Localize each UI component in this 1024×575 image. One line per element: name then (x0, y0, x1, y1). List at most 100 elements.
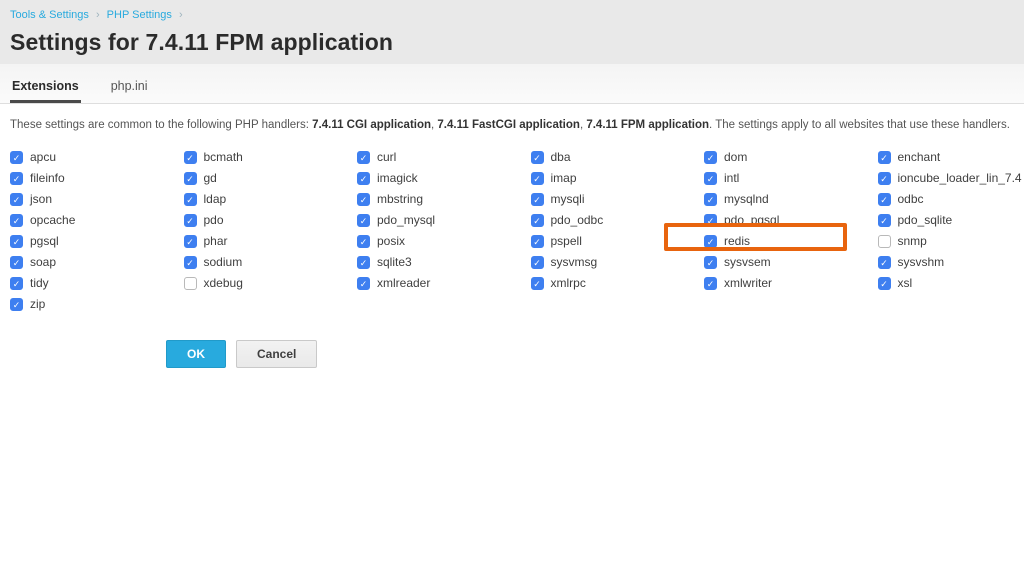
handler-name: 7.4.11 FPM application (586, 119, 709, 131)
extension-checkbox-item[interactable]: ✓bcmath (184, 150, 243, 164)
extension-checkbox-item[interactable]: ✓phar (184, 234, 228, 248)
extension-checkbox-item[interactable]: ✓soap (10, 255, 56, 269)
checkbox-checked-icon[interactable]: ✓ (878, 277, 891, 290)
extension-label: xmlrpc (551, 276, 586, 290)
extension-checkbox-item[interactable]: ✓ioncube_loader_lin_7.4 (878, 171, 1022, 185)
extension-checkbox-item[interactable]: ✓mysqli (531, 192, 585, 206)
checkbox-checked-icon[interactable]: ✓ (10, 256, 23, 269)
extension-label: gd (204, 171, 217, 185)
extension-checkbox-item[interactable]: ✓dba (531, 150, 571, 164)
extension-checkbox-item[interactable]: ✓json (10, 192, 52, 206)
extension-checkbox-item[interactable]: ✓fileinfo (10, 171, 65, 185)
extension-checkbox-item[interactable]: ✓redis (704, 234, 750, 248)
ok-button[interactable]: OK (166, 340, 226, 368)
checkbox-checked-icon[interactable]: ✓ (184, 193, 197, 206)
extension-checkbox-item[interactable]: ✓ pdo (184, 213, 224, 227)
checkbox-checked-icon[interactable]: ✓ (357, 235, 370, 248)
extension-checkbox-item[interactable]: ✓pdo_pgsql (704, 213, 779, 227)
checkbox-checked-icon[interactable]: ✓ (10, 235, 23, 248)
tab-php-ini[interactable]: php.ini (109, 79, 150, 103)
checkbox-checked-icon[interactable]: ✓ (531, 277, 544, 290)
checkbox-checked-icon[interactable]: ✓ (357, 172, 370, 185)
checkbox-checked-icon[interactable]: ✓ (357, 256, 370, 269)
tab-extensions[interactable]: Extensions (10, 79, 81, 103)
extension-label: sqlite3 (377, 255, 412, 269)
breadcrumb-link-php-settings[interactable]: PHP Settings (107, 9, 172, 21)
checkbox-checked-icon[interactable]: ✓ (357, 277, 370, 290)
extension-checkbox-item[interactable]: ✓pdo_odbc (531, 213, 604, 227)
extension-checkbox-item[interactable]: ✓curl (357, 150, 396, 164)
breadcrumb-link-tools-settings[interactable]: Tools & Settings (10, 9, 89, 21)
checkbox-checked-icon[interactable]: ✓ (531, 151, 544, 164)
checkbox-checked-icon[interactable]: ✓ (10, 214, 23, 227)
checkbox-checked-icon[interactable]: ✓ (10, 277, 23, 290)
extension-checkbox-item[interactable]: ✓imagick (357, 171, 418, 185)
extension-checkbox-item[interactable]: ✓xsl (878, 276, 913, 290)
checkbox-checked-icon[interactable]: ✓ (531, 235, 544, 248)
checkbox-unchecked-icon[interactable] (878, 235, 891, 248)
checkbox-checked-icon[interactable]: ✓ (184, 235, 197, 248)
cancel-button[interactable]: Cancel (236, 340, 317, 368)
checkbox-checked-icon[interactable]: ✓ (704, 277, 717, 290)
checkbox-checked-icon[interactable]: ✓ (704, 172, 717, 185)
checkbox-unchecked-icon[interactable] (184, 277, 197, 290)
extension-checkbox-item[interactable]: ✓ xmlrpc (531, 276, 586, 290)
checkbox-checked-icon[interactable]: ✓ (531, 214, 544, 227)
extension-checkbox-item[interactable]: ✓odbc (878, 192, 924, 206)
extension-checkbox-item[interactable]: ✓opcache (10, 213, 75, 227)
checkbox-checked-icon[interactable]: ✓ (10, 298, 23, 311)
checkbox-checked-icon[interactable]: ✓ (531, 193, 544, 206)
checkbox-checked-icon[interactable]: ✓ (531, 172, 544, 185)
checkbox-checked-icon[interactable]: ✓ (878, 256, 891, 269)
checkbox-checked-icon[interactable]: ✓ (184, 214, 197, 227)
extension-checkbox-item[interactable]: ✓imap (531, 171, 577, 185)
extension-checkbox-item[interactable]: ✓pdo_sqlite (878, 213, 953, 227)
checkbox-checked-icon[interactable]: ✓ (878, 172, 891, 185)
checkbox-checked-icon[interactable]: ✓ (704, 193, 717, 206)
checkbox-checked-icon[interactable]: ✓ (531, 256, 544, 269)
checkbox-checked-icon[interactable]: ✓ (357, 193, 370, 206)
checkbox-checked-icon[interactable]: ✓ (10, 151, 23, 164)
checkbox-checked-icon[interactable]: ✓ (184, 151, 197, 164)
extension-checkbox-item[interactable]: ✓sysvmsg (531, 255, 598, 269)
extension-checkbox-item[interactable]: ✓pspell (531, 234, 582, 248)
extension-checkbox-item[interactable]: ✓ dom (704, 150, 747, 164)
extension-checkbox-item[interactable]: xdebug (184, 276, 243, 290)
checkbox-checked-icon[interactable]: ✓ (704, 256, 717, 269)
checkbox-checked-icon[interactable]: ✓ (704, 235, 717, 248)
extension-label: ldap (204, 192, 227, 206)
checkbox-checked-icon[interactable]: ✓ (704, 214, 717, 227)
checkbox-checked-icon[interactable]: ✓ (878, 214, 891, 227)
extension-checkbox-item[interactable]: ✓posix (357, 234, 405, 248)
extension-checkbox-item[interactable]: ✓sodium (184, 255, 243, 269)
extension-checkbox-item[interactable]: ✓ ldap (184, 192, 227, 206)
extension-checkbox-item[interactable]: ✓tidy (10, 276, 49, 290)
checkbox-checked-icon[interactable]: ✓ (357, 151, 370, 164)
checkbox-checked-icon[interactable]: ✓ (704, 151, 717, 164)
extension-checkbox-item[interactable]: ✓zip (10, 297, 45, 311)
extension-checkbox-item[interactable]: ✓intl (704, 171, 739, 185)
extension-checkbox-item[interactable]: ✓xmlreader (357, 276, 430, 290)
extension-checkbox-item[interactable]: snmp (878, 234, 927, 248)
extension-checkbox-item[interactable]: ✓sysvshm (878, 255, 945, 269)
extension-checkbox-item[interactable]: ✓ sqlite3 (357, 255, 412, 269)
extension-checkbox-item[interactable]: ✓ gd (184, 171, 217, 185)
extension-checkbox-item[interactable]: ✓pgsql (10, 234, 59, 248)
checkbox-checked-icon[interactable]: ✓ (184, 172, 197, 185)
checkbox-checked-icon[interactable]: ✓ (878, 151, 891, 164)
checkbox-checked-icon[interactable]: ✓ (10, 193, 23, 206)
checkbox-checked-icon[interactable]: ✓ (184, 256, 197, 269)
checkbox-checked-icon[interactable]: ✓ (357, 214, 370, 227)
extension-checkbox-item[interactable]: ✓xmlwriter (704, 276, 772, 290)
extension-checkbox-item[interactable]: ✓sysvsem (704, 255, 771, 269)
checkbox-checked-icon[interactable]: ✓ (10, 172, 23, 185)
extension-checkbox-item[interactable]: ✓enchant (878, 150, 941, 164)
extension-checkbox-item[interactable]: ✓pdo_mysql (357, 213, 435, 227)
extension-checkbox-item[interactable]: ✓mbstring (357, 192, 423, 206)
checkbox-checked-icon[interactable]: ✓ (878, 193, 891, 206)
extension-checkbox-item[interactable]: ✓apcu (10, 150, 56, 164)
extension-checkbox-item[interactable]: ✓mysqlnd (704, 192, 769, 206)
extension-label: pdo (204, 213, 224, 227)
form-actions: OK Cancel (166, 340, 1014, 368)
extension-label: dom (724, 150, 747, 164)
